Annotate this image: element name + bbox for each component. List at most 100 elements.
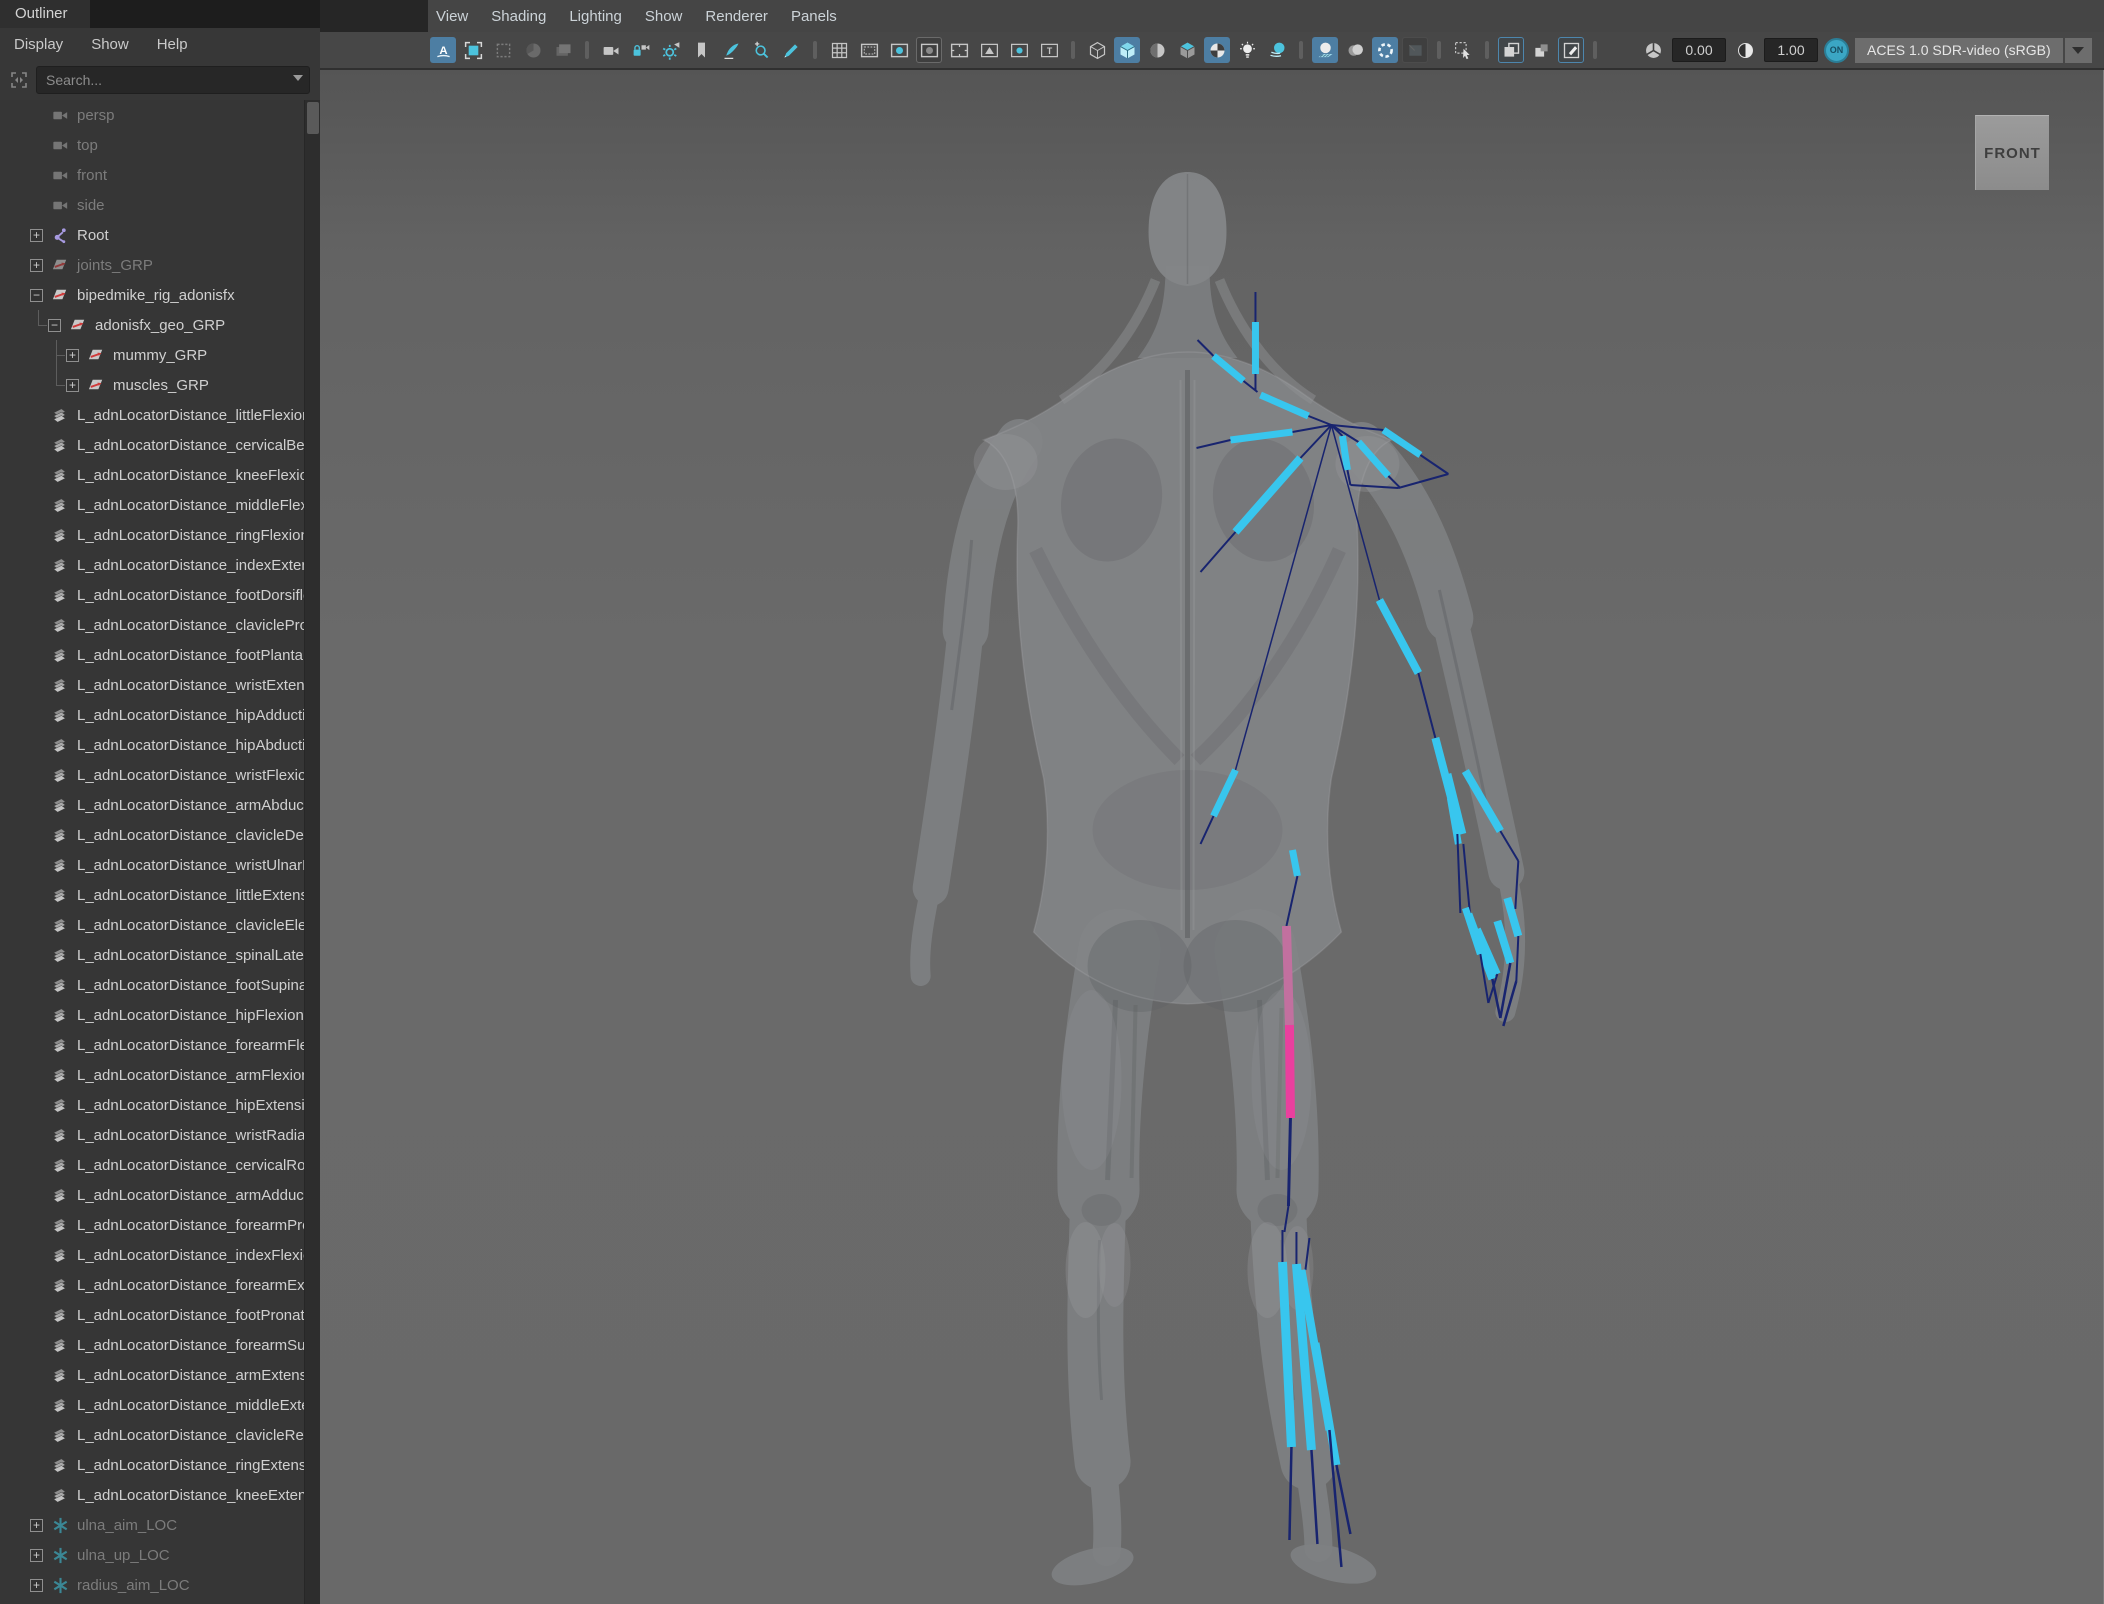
- exposure-input[interactable]: [1672, 38, 1726, 62]
- outliner-tree[interactable]: persptopfrontside+Root+joints_GRP−bipedm…: [0, 100, 320, 1604]
- expand-icon[interactable]: +: [30, 229, 43, 242]
- outliner-row[interactable]: L_adnLocatorDistance_footPronation1: [0, 1300, 302, 1330]
- color-management-on-toggle[interactable]: ON: [1824, 38, 1849, 63]
- overlap-squares-icon[interactable]: [1528, 37, 1554, 63]
- select-cursor-icon[interactable]: [1450, 37, 1476, 63]
- scene-3d[interactable]: [320, 70, 2103, 1604]
- camera-lock-icon[interactable]: [628, 37, 654, 63]
- outliner-row[interactable]: L_adnLocatorDistance_clavicleElevation1: [0, 910, 302, 940]
- viewport-menu-renderer[interactable]: Renderer: [705, 8, 768, 25]
- outliner-row[interactable]: L_adnLocatorDistance_indexExtension1: [0, 550, 302, 580]
- image-plane-icon[interactable]: [1402, 37, 1428, 63]
- safe-action-icon[interactable]: [1006, 37, 1032, 63]
- outliner-row[interactable]: side: [0, 190, 302, 220]
- outliner-row[interactable]: L_adnLocatorDistance_spinalLateralFlexio…: [0, 940, 302, 970]
- expand-icon[interactable]: +: [30, 1579, 43, 1592]
- viewport-menu-lighting[interactable]: Lighting: [569, 8, 622, 25]
- outliner-row[interactable]: +ulna_aim_LOC: [0, 1510, 302, 1540]
- colorspace-dropdown[interactable]: ACES 1.0 SDR-video (sRGB): [1855, 38, 2063, 63]
- outliner-row[interactable]: L_adnLocatorDistance_armFlexion1: [0, 1060, 302, 1090]
- pie-sphere-icon[interactable]: [520, 37, 546, 63]
- safe-title-icon[interactable]: T: [1036, 37, 1062, 63]
- outliner-row[interactable]: L_adnLocatorDistance_ringExtension1: [0, 1450, 302, 1480]
- outliner-row[interactable]: L_adnLocatorDistance_footPlantarflexion1: [0, 640, 302, 670]
- film-gate-icon[interactable]: [856, 37, 882, 63]
- shadow-sphere-icon[interactable]: [1312, 37, 1338, 63]
- outliner-row[interactable]: L_adnLocatorDistance_clavicleRetraction1: [0, 1420, 302, 1450]
- outliner-row[interactable]: L_adnLocatorDistance_hipExtension1: [0, 1090, 302, 1120]
- outliner-tab[interactable]: Outliner: [0, 0, 90, 28]
- expand-icon[interactable]: +: [30, 259, 43, 272]
- outliner-row[interactable]: L_adnLocatorDistance_cervicalBending1: [0, 430, 302, 460]
- outliner-menu-help[interactable]: Help: [157, 36, 188, 53]
- camera-icon[interactable]: [598, 37, 624, 63]
- cube-shaded-icon[interactable]: [1114, 37, 1140, 63]
- ao-ring-icon[interactable]: [1372, 37, 1398, 63]
- bookmark-icon[interactable]: [688, 37, 714, 63]
- outliner-row[interactable]: +muscles_GRP: [0, 370, 302, 400]
- outliner-row[interactable]: L_adnLocatorDistance_cervicalRotation1: [0, 1150, 302, 1180]
- gate-mask-icon[interactable]: [916, 37, 942, 63]
- contrast-icon[interactable]: [1732, 37, 1758, 63]
- muscle-body[interactable]: [920, 172, 1515, 1593]
- blur-spheres-icon[interactable]: [1342, 37, 1368, 63]
- outliner-row[interactable]: L_adnLocatorDistance_forearmPronation1: [0, 1210, 302, 1240]
- cube-textured-icon[interactable]: [1174, 37, 1200, 63]
- viewport-menu-view[interactable]: View: [436, 8, 468, 25]
- viewport-menu-shading[interactable]: Shading: [491, 8, 546, 25]
- a-book-icon[interactable]: A: [430, 37, 456, 63]
- outliner-menu-display[interactable]: Display: [14, 36, 63, 53]
- outliner-menu-show[interactable]: Show: [91, 36, 129, 53]
- viewport-canvas[interactable]: FRONT: [320, 70, 2104, 1604]
- pen-square-icon[interactable]: [1558, 37, 1584, 63]
- sphere-checker-icon[interactable]: [1204, 37, 1230, 63]
- outliner-filter-icon[interactable]: [6, 67, 32, 93]
- quill-icon[interactable]: [718, 37, 744, 63]
- image-stack-icon[interactable]: [550, 37, 576, 63]
- outliner-row[interactable]: +joints_GRP: [0, 250, 302, 280]
- colorspace-dropdown-arrow-icon[interactable]: [2065, 38, 2092, 63]
- outliner-row[interactable]: L_adnLocatorDistance_littleExtension1: [0, 880, 302, 910]
- outliner-row[interactable]: L_adnLocatorDistance_hipFlexion1: [0, 1000, 302, 1030]
- outliner-row[interactable]: L_adnLocatorDistance_wristUlnarDeviation…: [0, 850, 302, 880]
- grid-icon[interactable]: [826, 37, 852, 63]
- outliner-row[interactable]: L_adnLocatorDistance_hipAdduction1: [0, 700, 302, 730]
- outliner-row[interactable]: L_adnLocatorDistance_forearmSupination1: [0, 1330, 302, 1360]
- outliner-row[interactable]: −adonisfx_geo_GRP: [0, 310, 302, 340]
- outliner-row[interactable]: L_adnLocatorDistance_wristExtension1: [0, 670, 302, 700]
- outliner-row[interactable]: L_adnLocatorDistance_indexFlexion1: [0, 1240, 302, 1270]
- contrast-input[interactable]: [1764, 38, 1818, 62]
- expand-icon[interactable]: +: [30, 1549, 43, 1562]
- expand-icon[interactable]: +: [66, 379, 79, 392]
- res-gate-icon[interactable]: [886, 37, 912, 63]
- outliner-row[interactable]: L_adnLocatorDistance_armAbduction1: [0, 790, 302, 820]
- dashed-square-icon[interactable]: [490, 37, 516, 63]
- field-chart-icon[interactable]: [946, 37, 972, 63]
- expand-icon[interactable]: +: [30, 1519, 43, 1532]
- expand-icon[interactable]: +: [66, 349, 79, 362]
- frame-icon[interactable]: [460, 37, 486, 63]
- outliner-row[interactable]: L_adnLocatorDistance_forearmFlexion1: [0, 1030, 302, 1060]
- outliner-row[interactable]: persp: [0, 100, 302, 130]
- search-input[interactable]: [36, 66, 310, 94]
- collapse-icon[interactable]: −: [48, 319, 61, 332]
- outliner-row[interactable]: L_adnLocatorDistance_clavicleDepression1: [0, 820, 302, 850]
- outliner-row[interactable]: L_adnLocatorDistance_kneeFlexion1: [0, 460, 302, 490]
- outliner-row[interactable]: L_adnLocatorDistance_footSupination1: [0, 970, 302, 1000]
- outliner-row[interactable]: +mummy_GRP: [0, 340, 302, 370]
- outliner-row[interactable]: +ulna_up_LOC: [0, 1540, 302, 1570]
- outliner-row[interactable]: L_adnLocatorDistance_wristRadialDeviatio…: [0, 1120, 302, 1150]
- outliner-scrollbar-thumb[interactable]: [307, 102, 319, 134]
- outliner-row[interactable]: L_adnLocatorDistance_middleFlexion1: [0, 490, 302, 520]
- pencil-icon[interactable]: [778, 37, 804, 63]
- sphere-half-icon[interactable]: [1144, 37, 1170, 63]
- outliner-row[interactable]: +radius_aim_LOC: [0, 1570, 302, 1600]
- guide-triangle-icon[interactable]: [976, 37, 1002, 63]
- outliner-row[interactable]: L_adnLocatorDistance_kneeExtension1: [0, 1480, 302, 1510]
- outliner-row[interactable]: L_adnLocatorDistance_ringFlexion1: [0, 520, 302, 550]
- outliner-row[interactable]: L_adnLocatorDistance_wristFlexion1: [0, 760, 302, 790]
- cube-wire-icon[interactable]: [1084, 37, 1110, 63]
- outliner-row[interactable]: top: [0, 130, 302, 160]
- outliner-row[interactable]: L_adnLocatorDistance_middleExtension11: [0, 1390, 302, 1420]
- outliner-row[interactable]: L_adnLocatorDistance_footDorsiflexion1: [0, 580, 302, 610]
